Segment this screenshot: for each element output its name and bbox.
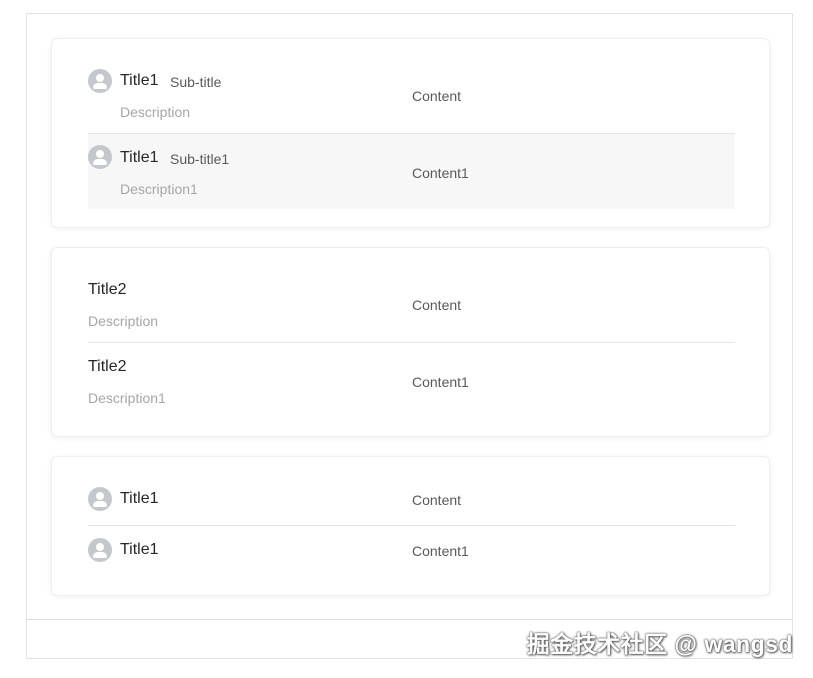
user-avatar-icon [88, 69, 112, 93]
list-item-description: Description1 [120, 181, 198, 197]
list-item-content: Content1 [412, 374, 469, 390]
list-item-title: Title1 [120, 541, 159, 558]
watermark: 掘金技术社区 @ wangsd [526, 631, 793, 657]
list-item-description: Description [120, 104, 191, 120]
list-item-content: Content1 [412, 543, 469, 559]
list-item-content: Content [412, 492, 462, 508]
list-item[interactable]: Title2 Description Content [88, 272, 735, 342]
user-avatar-icon [88, 487, 112, 511]
list-card-compact: Title1 Content Title1 Content1 [51, 456, 770, 596]
list-item-title: Title1 [120, 490, 159, 507]
list-item-title: Title2 [88, 281, 127, 298]
user-avatar-icon [88, 145, 112, 169]
list-item-description: Description [88, 313, 159, 329]
list-item-subtitle: Sub-title1 [170, 151, 230, 167]
list-item-title: Title1 [120, 149, 159, 166]
list-item[interactable]: Title1 Sub-title Description Content [88, 63, 735, 133]
list-item-title: Title1 [120, 72, 159, 89]
list-item-title: Title2 [88, 358, 127, 375]
list-item-content: Content [412, 297, 462, 313]
list-card-with-avatar-subtitle: Title1 Sub-title Description Content Tit… [51, 38, 770, 228]
list-item[interactable]: Title2 Description1 Content1 [88, 342, 735, 418]
list-item-highlighted[interactable]: Title1 Sub-title1 Description1 Content1 [88, 133, 735, 209]
frame-divider [27, 619, 792, 620]
user-avatar-icon [88, 538, 112, 562]
list-item-description: Description1 [88, 390, 166, 406]
list-item[interactable]: Title1 Content1 [88, 525, 735, 577]
list-card-no-avatar: Title2 Description Content Title2 Descri… [51, 247, 770, 437]
list-item[interactable]: Title1 Content [88, 475, 735, 525]
preview-frame: Title1 Sub-title Description Content Tit… [26, 13, 793, 659]
list-item-content: Content1 [412, 165, 469, 181]
list-item-subtitle: Sub-title [170, 74, 222, 90]
list-item-content: Content [412, 88, 462, 104]
